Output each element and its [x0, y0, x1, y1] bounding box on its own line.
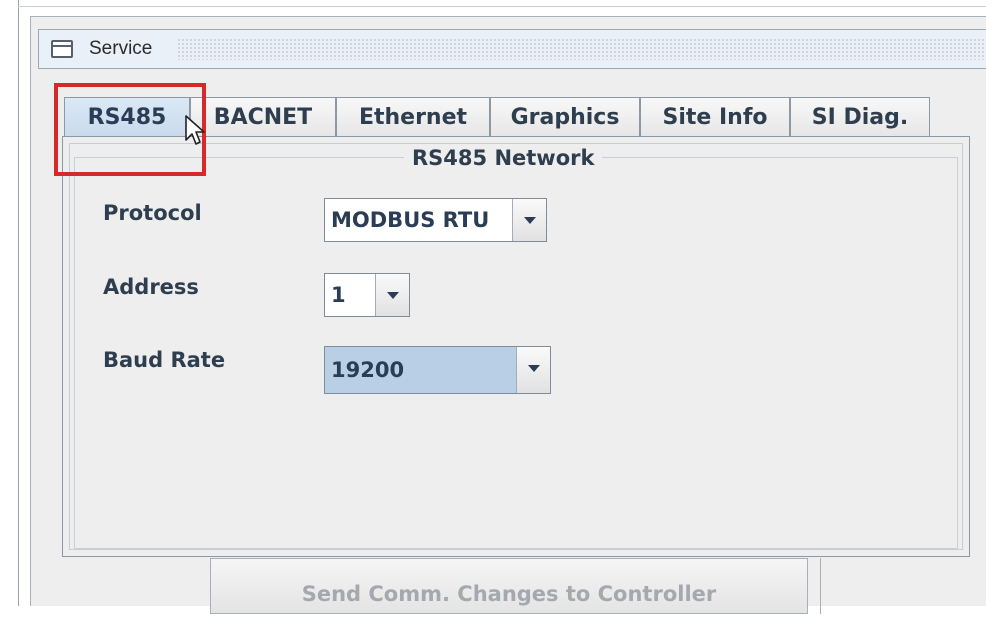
mouse-cursor-icon: [185, 115, 205, 145]
address-select[interactable]: 1: [324, 273, 410, 317]
chevron-down-icon[interactable]: [516, 347, 550, 393]
protocol-label: Protocol: [103, 201, 202, 225]
address-label: Address: [103, 275, 199, 299]
window-icon: [51, 40, 73, 58]
chevron-down-icon[interactable]: [512, 199, 546, 241]
address-value: 1: [331, 283, 346, 307]
baud-rate-label: Baud Rate: [103, 348, 226, 372]
group-title: RS485 Network: [404, 146, 603, 170]
titlebar-grip: [177, 38, 986, 60]
chevron-down-icon[interactable]: [375, 274, 409, 316]
tab-si-diag[interactable]: SI Diag.: [790, 97, 930, 137]
baud-rate-value: 19200: [331, 358, 405, 382]
window-title: Service: [89, 38, 153, 59]
protocol-value: MODBUS RTU: [331, 208, 490, 232]
tab-ethernet[interactable]: Ethernet: [336, 97, 490, 137]
tab-bacnet[interactable]: BACNET: [190, 97, 336, 137]
window-titlebar[interactable]: Service: [38, 29, 986, 69]
tab-graphics[interactable]: Graphics: [490, 97, 640, 137]
tab-site-info[interactable]: Site Info: [640, 97, 790, 137]
protocol-select[interactable]: MODBUS RTU: [324, 198, 547, 242]
baud-rate-select[interactable]: 19200: [324, 346, 551, 394]
outer-frame-top: [18, 6, 986, 7]
outer-frame-edge: [18, 0, 19, 606]
